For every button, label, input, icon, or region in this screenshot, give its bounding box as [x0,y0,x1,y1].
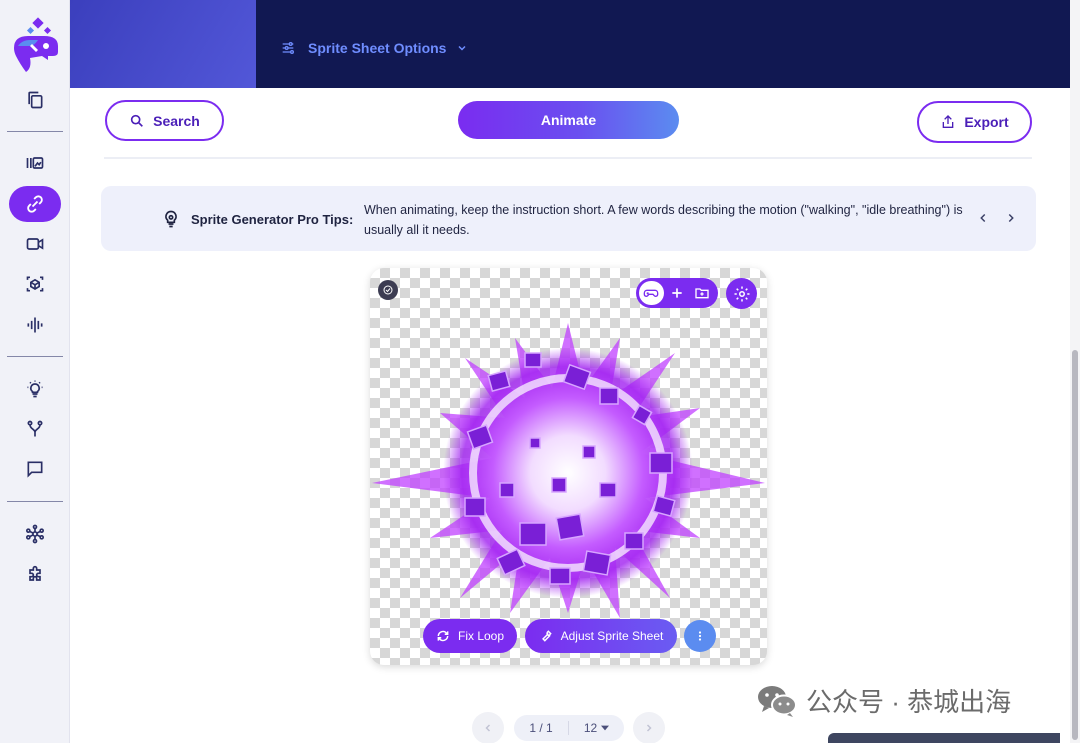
watermark-text: 公众号 · 恭城出海 [806,687,1012,717]
copy-icon[interactable] [15,84,55,116]
puzzle-icon[interactable] [15,559,55,591]
sprite-sheet-options-dropdown[interactable]: Sprite Sheet Options [280,40,468,56]
top-bar-accent [70,0,256,88]
tips-title: Sprite Generator Pro Tips: [191,212,354,227]
chevron-left-icon [980,213,986,223]
network-icon[interactable] [15,518,55,550]
chevron-right-icon [646,724,652,732]
settings-button[interactable] [726,278,757,309]
adjust-sprite-sheet-button[interactable]: Adjust Sprite Sheet [525,619,677,653]
sidebar-divider [7,501,63,502]
app-logo[interactable] [8,16,62,74]
tips-next-button[interactable] [1001,208,1021,228]
link-icon[interactable] [9,186,61,222]
refresh-icon [437,630,449,642]
top-bar: Sprite Sheet Options [70,0,1070,88]
search-button[interactable]: Search [105,100,224,141]
chevron-right-icon [1008,213,1014,223]
scrollbar-thumb[interactable] [1072,350,1078,740]
fix-loop-label: Fix Loop [457,629,505,643]
fps-value: 12 [583,721,598,735]
sprite-preview-image [372,323,765,618]
wechat-icon [758,685,797,717]
plus-icon[interactable] [664,285,690,301]
bottom-overlay-bar [828,733,1060,743]
caret-down-icon [601,725,610,731]
sidebar-divider [7,356,63,357]
scrollbar[interactable] [1070,0,1080,743]
bulb-icon[interactable] [15,373,55,405]
chat-icon[interactable] [15,453,55,485]
card-tools [636,278,718,308]
prev-page-button[interactable] [472,712,504,743]
bulb-icon [165,210,177,228]
page-indicator: 1 / 1 [514,721,569,735]
fork-icon[interactable] [15,413,55,445]
pager: 1 / 1 12 [514,715,624,741]
sliders-icon [282,42,294,54]
badge-icon [378,280,398,300]
animate-button[interactable]: Animate [458,101,679,139]
watermark: 公众号 · 恭城出海 [756,682,1011,719]
animate-label: Animate [540,112,597,128]
folder-plus-icon[interactable] [689,285,715,301]
search-label: Search [153,112,200,129]
search-icon [130,114,144,127]
section-divider [104,157,1032,159]
tips-text: When animating, keep the instruction sho… [364,203,963,237]
pro-tips-banner: Sprite Generator Pro Tips: When animatin… [101,186,1036,251]
chevron-left-icon [485,724,491,732]
next-page-button[interactable] [633,712,665,743]
tips-prev-button[interactable] [973,208,993,228]
wrench-icon [541,630,552,642]
gamepad-icon[interactable] [639,281,664,305]
sidebar-divider [7,131,63,132]
chevron-down-icon [458,45,466,51]
fps-select[interactable]: 12 [569,721,624,735]
more-options-button[interactable] [684,620,716,652]
more-vertical-icon [698,631,702,641]
export-button[interactable]: Export [917,101,1032,143]
cube-icon[interactable] [15,268,55,300]
share-icon [942,115,954,128]
gear-icon [734,286,749,301]
gallery-icon[interactable] [15,147,55,179]
sprite-sheet-options-label: Sprite Sheet Options [308,40,447,56]
audio-icon[interactable] [15,309,55,341]
video-icon[interactable] [15,228,55,260]
sidebar [0,0,70,743]
adjust-sprite-sheet-label: Adjust Sprite Sheet [560,629,664,643]
sprite-preview-card: Fix Loop Adjust Sprite Sheet [370,268,767,665]
fix-loop-button[interactable]: Fix Loop [423,619,517,653]
export-label: Export [964,114,1009,130]
